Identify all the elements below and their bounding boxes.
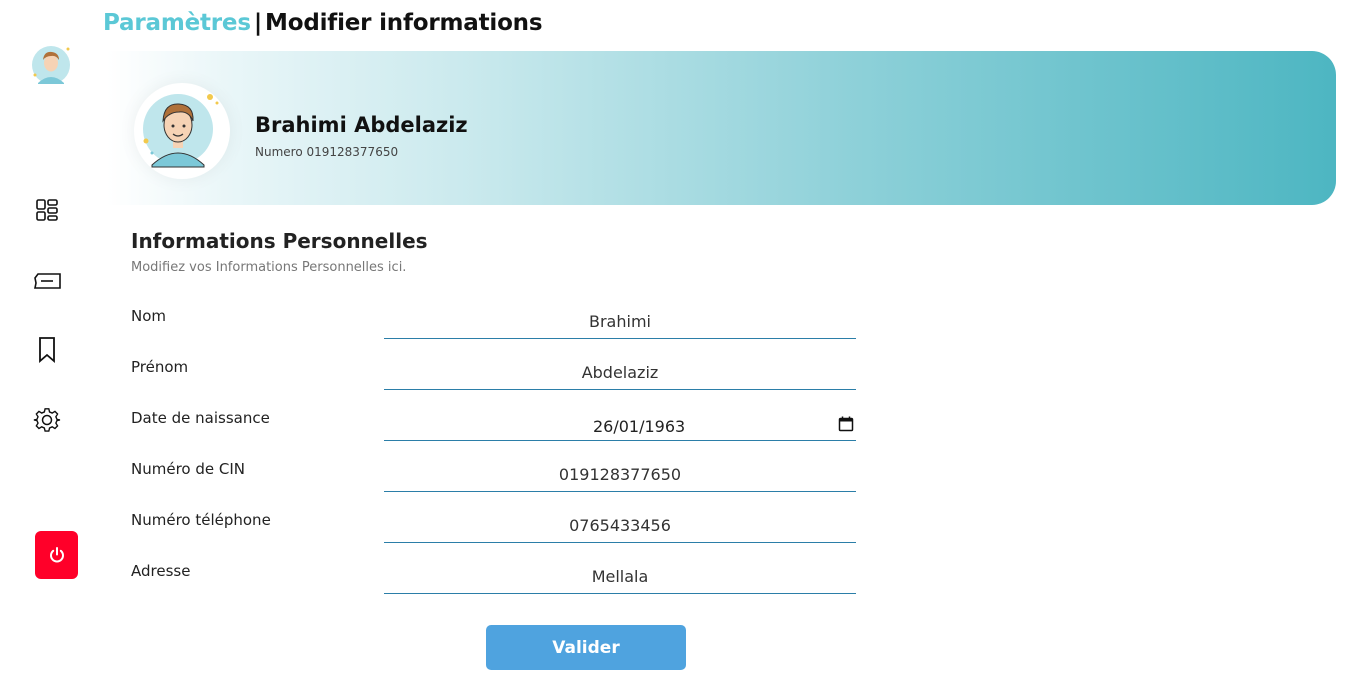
adresse-label: Adresse	[131, 562, 191, 580]
profile-avatar	[134, 83, 230, 179]
breadcrumb-settings[interactable]: Paramètres	[103, 10, 251, 36]
bookmark-icon[interactable]	[32, 335, 62, 365]
date-value: 26/01/1963	[593, 417, 686, 436]
ticket-icon[interactable]	[32, 266, 62, 296]
dashboard-grid-icon[interactable]	[32, 195, 62, 225]
prenom-label: Prénom	[131, 358, 189, 376]
cin-input[interactable]	[384, 458, 856, 492]
calendar-icon[interactable]	[838, 416, 854, 432]
breadcrumb-separator: |	[253, 10, 263, 36]
nom-label: Nom	[131, 307, 167, 325]
nom-input[interactable]	[384, 305, 856, 339]
breadcrumb-current: Modifier informations	[265, 10, 543, 36]
adresse-input[interactable]	[384, 560, 856, 594]
user-avatar[interactable]	[30, 43, 74, 87]
page-title: Paramètres | Modifier informations	[103, 10, 543, 36]
date-input[interactable]: 26/01/1963	[384, 407, 856, 441]
valider-button[interactable]: Valider	[486, 625, 686, 670]
section-title: Informations Personnelles	[131, 229, 428, 253]
logout-button[interactable]	[35, 531, 78, 579]
power-icon	[49, 547, 64, 563]
section-subtitle: Modifiez vos Informations Personnelles i…	[131, 260, 407, 275]
gear-icon[interactable]	[32, 405, 62, 435]
cin-label: Numéro de CIN	[131, 460, 245, 478]
date-label: Date de naissance	[131, 409, 270, 427]
profile-name: Brahimi Abdelaziz	[255, 113, 468, 137]
telephone-label: Numéro téléphone	[131, 511, 271, 529]
telephone-input[interactable]	[384, 509, 856, 543]
profile-number: Numero 019128377650	[255, 145, 399, 159]
sidebar	[0, 0, 96, 678]
prenom-input[interactable]	[384, 356, 856, 390]
